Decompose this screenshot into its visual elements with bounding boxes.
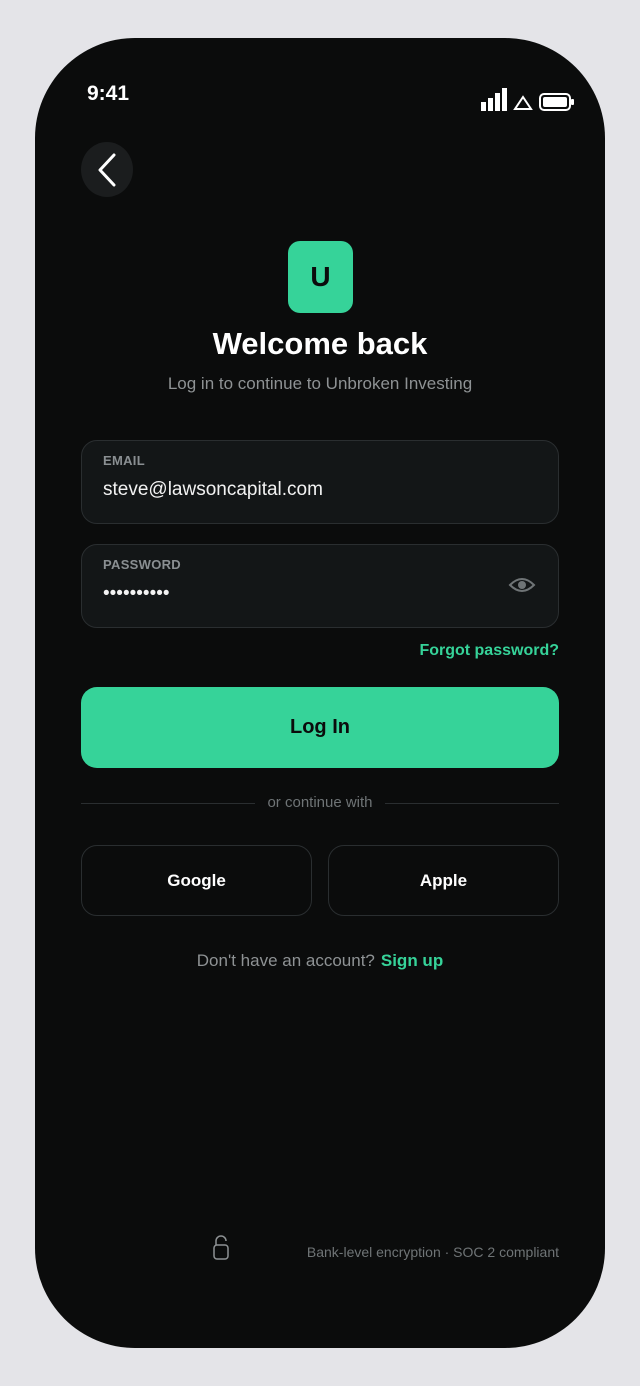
password-input[interactable] <box>103 583 503 605</box>
wifi-icon <box>513 95 533 110</box>
email-input[interactable] <box>103 479 503 501</box>
app-logo: U <box>288 241 353 313</box>
back-button[interactable] <box>81 142 133 197</box>
signal-icon <box>481 88 507 111</box>
email-label: EMAIL <box>103 453 145 468</box>
eye-icon <box>508 578 536 592</box>
page-subtitle: Log in to continue to Unbroken Investing <box>167 374 473 393</box>
status-time: 9:41 <box>87 82 130 105</box>
divider-line-right <box>385 803 559 804</box>
show-password-button[interactable] <box>508 573 536 597</box>
password-label: PASSWORD <box>103 557 181 572</box>
back-chevron-icon <box>98 153 116 186</box>
security-footer-text: Bank-level encryption · SOC 2 compliant <box>306 1244 559 1260</box>
battery-icon <box>539 93 574 111</box>
signup-link[interactable]: Sign up <box>381 951 443 970</box>
apple-login-button[interactable]: Apple <box>328 845 559 916</box>
signup-row: Don't have an account? Sign up <box>35 951 605 971</box>
page-title: Welcome back <box>212 326 428 361</box>
login-button[interactable]: Log In <box>81 687 559 768</box>
divider: or continue with <box>81 792 559 816</box>
forgot-password-link[interactable]: Forgot password? <box>419 642 559 660</box>
google-login-button[interactable]: Google <box>81 845 312 916</box>
email-field[interactable]: EMAIL <box>81 440 559 524</box>
phone-screen: 9:41 U Welcome back Log in to continue t… <box>35 38 605 1348</box>
signup-question: Don't have an account? <box>196 951 375 970</box>
lock-icon <box>213 1235 229 1260</box>
password-field[interactable]: PASSWORD <box>81 544 559 628</box>
status-icons <box>481 88 575 111</box>
